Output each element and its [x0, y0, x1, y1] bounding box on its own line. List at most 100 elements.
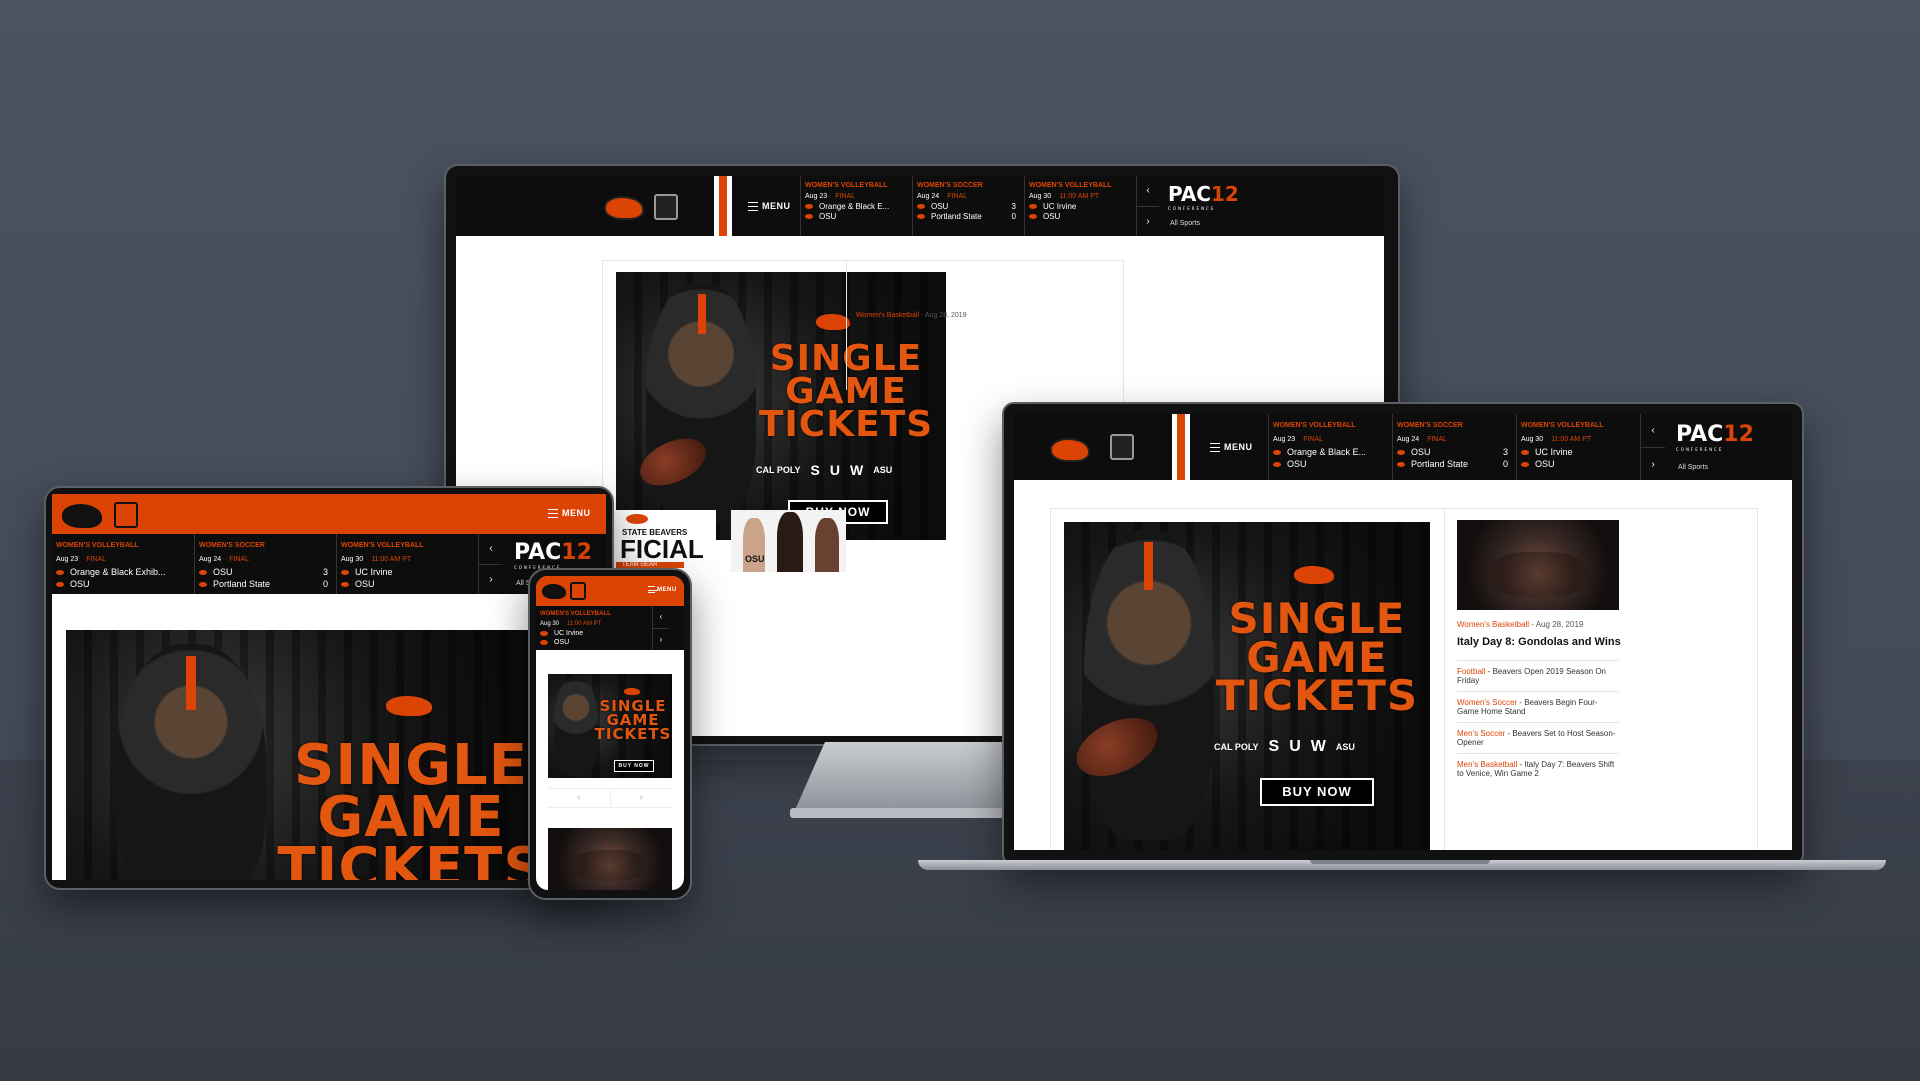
- score-card-3[interactable]: WOMEN'S VOLLEYBALL Aug 30 11:00 AM PT UC …: [1024, 176, 1134, 236]
- score-status: FINAL: [947, 193, 968, 200]
- beaver-logo-icon[interactable]: [542, 584, 566, 599]
- score-card-2[interactable]: WOMEN'S SOCCER Aug 24 FINAL OSU 3 Portland…: [194, 534, 334, 594]
- opponent-logo-icon: CAL POLY: [756, 465, 801, 475]
- scores-prev-button[interactable]: ‹: [479, 534, 503, 565]
- beaver-logo-icon[interactable]: [604, 196, 644, 220]
- opponent-logo-icon: S: [810, 462, 820, 478]
- scores-nav: ‹ ›: [478, 534, 503, 594]
- score-value: 0: [322, 579, 328, 589]
- featured-meta: Women's Basketball - Aug 28, 2019: [856, 312, 967, 319]
- news-item[interactable]: Women's Soccer - Beavers Begin Four-Game…: [1457, 691, 1619, 722]
- scores-nav: ‹ ›: [1640, 414, 1665, 480]
- menu-button[interactable]: MENU: [1210, 442, 1253, 453]
- menu-button[interactable]: MENU: [548, 508, 591, 519]
- menu-label: MENU: [657, 587, 677, 594]
- featured-category[interactable]: Women's Basketball: [856, 312, 919, 319]
- pac12-logo-pac: PAC: [1676, 422, 1724, 447]
- phone-topbar: MENU: [536, 576, 684, 606]
- score-team: Portland State: [1397, 458, 1468, 470]
- scores-prev-button[interactable]: ‹: [1641, 414, 1665, 448]
- menu-icon: [648, 586, 658, 593]
- hero-player: [554, 678, 598, 776]
- scores-prev-button[interactable]: ‹: [1137, 176, 1159, 207]
- news-item[interactable]: Men's Soccer - Beavers Set to Host Seaso…: [1457, 722, 1619, 753]
- score-card-2[interactable]: WOMEN'S SOCCER Aug 24 FINAL OSU 3 Portland…: [1392, 414, 1514, 480]
- menu-icon: [748, 202, 758, 212]
- menu-button[interactable]: MENU: [648, 586, 677, 593]
- pac12-logo[interactable]: PAC12 CONFERENCE: [1168, 182, 1239, 211]
- news-item[interactable]: Men's Basketball - Italy Day 7: Beavers …: [1457, 753, 1619, 784]
- score-value: 0: [1011, 212, 1016, 221]
- hero-beaver-icon: [1294, 566, 1334, 584]
- hero-banner[interactable]: SINGLE GAME TICKETS: [66, 630, 556, 880]
- carousel-prev-button[interactable]: ‹: [548, 789, 611, 807]
- beaver-logo-icon[interactable]: [1050, 438, 1090, 462]
- hero-banner[interactable]: SINGLE GAME TICKETS BUY NOW: [548, 674, 672, 778]
- buy-now-button[interactable]: BUY NOW: [614, 760, 654, 772]
- opponent-logo-icon: CAL POLY: [1214, 742, 1259, 752]
- news-item[interactable]: Football - Beavers Open 2019 Season On F…: [1457, 660, 1619, 691]
- featured-thumbnail[interactable]: [548, 828, 672, 890]
- laptop-header: MENU WOMEN'S VOLLEYBALL Aug 23 FINAL Oran…: [1014, 414, 1792, 480]
- score-card-3[interactable]: WOMEN'S VOLLEYBALL Aug 30 11:00 AM PT UC …: [1516, 414, 1638, 480]
- pac12-logo[interactable]: PAC12 CONFERENCE: [514, 540, 592, 570]
- opponent-logo-icon: U: [1289, 738, 1301, 755]
- brand-stripe: [714, 176, 732, 236]
- scores-next-button[interactable]: ›: [479, 565, 503, 594]
- pac12-logo[interactable]: PAC12 CONFERENCE: [1676, 422, 1754, 452]
- promo-basketball[interactable]: OSU: [731, 510, 846, 572]
- score-value: 3: [1011, 202, 1016, 211]
- all-sports-link[interactable]: All Sports: [1170, 220, 1200, 227]
- score-card-3[interactable]: WOMEN'S VOLLEYBALL Aug 30 11:00 AM PT UC …: [536, 606, 650, 650]
- promo-gear[interactable]: STATE BEAVERS FICIAL TEAM GEAR: [616, 510, 716, 572]
- featured-headline[interactable]: Italy Day 8: Gondolas and Wins: [1457, 636, 1621, 648]
- news-category: Men's Soccer: [1457, 729, 1506, 738]
- scores-prev-button[interactable]: ‹: [653, 606, 669, 629]
- hero-title-line: TICKETS: [758, 404, 934, 446]
- score-team: OSU: [1273, 458, 1307, 470]
- brand-stripe: [1172, 414, 1190, 480]
- scores-next-button[interactable]: ›: [1641, 448, 1665, 480]
- opponent-logo-icon: W: [1310, 738, 1326, 755]
- score-date: Aug 30: [341, 556, 364, 563]
- score-card-1[interactable]: WOMEN'S VOLLEYBALL Aug 23 FINAL Orange & …: [800, 176, 910, 236]
- score-card-2[interactable]: WOMEN'S SOCCER Aug 24 FINAL OSU 3 Portland…: [912, 176, 1022, 236]
- news-category: Men's Basketball: [1457, 760, 1518, 769]
- score-value: 0: [1502, 459, 1508, 469]
- featured-thumbnail[interactable]: [1457, 520, 1619, 610]
- promo-beaver-icon: [626, 514, 648, 524]
- score-card-1[interactable]: WOMEN'S VOLLEYBALL Aug 23 FINAL Orange & …: [52, 534, 192, 594]
- score-team: UC Irvine: [341, 566, 393, 578]
- promo-jersey: OSU: [745, 554, 765, 564]
- score-status: FINAL: [1303, 436, 1324, 443]
- hero-banner[interactable]: SINGLE GAME TICKETS CAL POLY S U W ASU B…: [1064, 522, 1430, 850]
- scores-next-button[interactable]: ›: [1137, 207, 1159, 236]
- promo-player: [777, 512, 803, 572]
- score-team: UC Irvine: [540, 629, 583, 638]
- all-sports-link[interactable]: All Sports: [1678, 464, 1708, 471]
- beaver-logo-icon[interactable]: [62, 504, 102, 528]
- featured-category[interactable]: Women's Basketball: [1457, 620, 1529, 629]
- score-date: Aug 24: [1397, 436, 1420, 443]
- carousel-next-button[interactable]: ›: [611, 789, 673, 807]
- laptop-notch: [1310, 860, 1490, 864]
- pac12-logo-sub: CONFERENCE: [1168, 206, 1216, 211]
- score-status: FINAL: [835, 193, 856, 200]
- score-team: OSU: [805, 212, 836, 222]
- hero-beaver-icon: [386, 696, 432, 716]
- score-team: Orange & Black E...: [805, 202, 889, 212]
- score-card-3[interactable]: WOMEN'S VOLLEYBALL Aug 30 11:00 AM PT UC …: [336, 534, 476, 594]
- menu-label: MENU: [562, 508, 591, 518]
- laptop-side-panel: Women's Basketball - Aug 28, 2019 Italy …: [1444, 508, 1630, 850]
- score-sport: WOMEN'S SOCCER: [917, 182, 983, 189]
- score-date: Aug 30: [1521, 436, 1544, 443]
- menu-button[interactable]: MENU: [748, 201, 791, 212]
- bowl-badge-icon: [654, 194, 678, 220]
- promo-line2: FICIAL: [620, 534, 704, 564]
- scores-next-button[interactable]: ›: [653, 629, 669, 650]
- tablet-scores: WOMEN'S VOLLEYBALL Aug 23 FINAL Orange & …: [52, 534, 606, 594]
- buy-now-button[interactable]: BUY NOW: [1260, 778, 1374, 806]
- score-card-1[interactable]: WOMEN'S VOLLEYBALL Aug 23 FINAL Orange & …: [1268, 414, 1390, 480]
- tablet-topbar: MENU: [52, 494, 606, 534]
- pac12-logo-12: 12: [561, 540, 592, 565]
